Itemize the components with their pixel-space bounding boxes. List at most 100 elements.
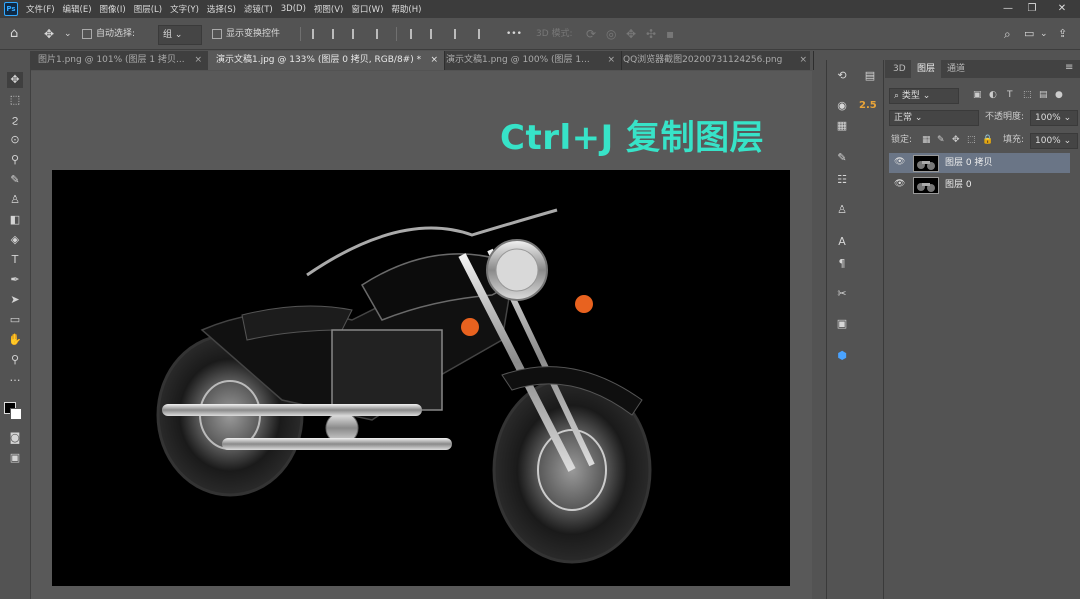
adjustments-icon[interactable]: ☷: [834, 172, 850, 188]
blend-mode-dropdown[interactable]: 正常 ⌄: [889, 110, 979, 126]
3d-cube-icon[interactable]: ⬢: [834, 348, 850, 364]
eraser-tool-icon[interactable]: ◧: [7, 212, 23, 228]
menu-help[interactable]: 帮助(H): [391, 3, 421, 15]
align-center-icon[interactable]: [332, 29, 344, 39]
layer-row[interactable]: 👁 图层 0 拷贝: [889, 153, 1070, 173]
close-button[interactable]: ✕: [1044, 0, 1080, 18]
filter-toggle-icon[interactable]: ●: [1055, 88, 1063, 102]
pen-tool-icon[interactable]: ✒: [7, 272, 23, 288]
visibility-eye-icon[interactable]: 👁: [894, 179, 905, 189]
filter-pixel-icon[interactable]: ▣: [973, 88, 982, 102]
quick-mask-icon[interactable]: ◙: [7, 430, 23, 446]
align-bottom-icon[interactable]: [454, 29, 466, 39]
document-canvas[interactable]: [52, 170, 790, 586]
lock-all-icon[interactable]: 🔒: [982, 133, 993, 147]
more-tools-icon[interactable]: …: [7, 370, 23, 386]
clone-source-icon[interactable]: ♙: [834, 202, 850, 218]
align-right-icon[interactable]: [352, 29, 364, 39]
tab-presentation-jpg[interactable]: 演示文稿1.jpg @ 133% (图层 0 拷贝, RGB/8#) * ×: [208, 51, 445, 70]
divider: [300, 27, 301, 41]
filter-smart-object-icon[interactable]: ▤: [1039, 88, 1048, 102]
menu-file[interactable]: 文件(F): [26, 3, 55, 15]
distribute-vertical-icon[interactable]: [478, 29, 490, 39]
home-icon[interactable]: ⌂: [10, 25, 18, 43]
overlay-caption: Ctrl+J 复制图层: [500, 118, 765, 158]
move-tool-icon[interactable]: ✥: [44, 25, 54, 43]
menu-layer[interactable]: 图层(L): [134, 3, 162, 15]
menu-image[interactable]: 图像(I): [100, 3, 126, 15]
layer-row[interactable]: 👁 图层 0: [889, 175, 1070, 195]
tab-channels[interactable]: 通道: [941, 60, 971, 78]
info-icon[interactable]: ▤: [862, 68, 878, 84]
lock-transparency-icon[interactable]: ▦: [922, 133, 931, 147]
workspace-icon[interactable]: ▭: [1024, 25, 1034, 43]
menu-window[interactable]: 窗口(W): [351, 3, 383, 15]
paragraph-icon[interactable]: ¶: [834, 256, 850, 272]
history-icon[interactable]: ⟲: [834, 68, 850, 84]
move-tool-icon[interactable]: ✥: [7, 72, 23, 88]
tab-presentation-png[interactable]: 演示文稿1.png @ 100% (图层 1... ×: [438, 51, 622, 70]
lasso-tool-icon[interactable]: ϩ: [7, 112, 23, 128]
swatches-icon[interactable]: ▦: [834, 118, 850, 134]
character-icon[interactable]: A: [834, 234, 850, 250]
tab-label: 演示文稿1.jpg @ 133% (图层 0 拷贝, RGB/8#) *: [216, 55, 422, 65]
show-transform-checkbox[interactable]: 显示变换控件: [212, 25, 280, 43]
align-left-icon[interactable]: [312, 29, 324, 39]
stamp-tool-icon[interactable]: ♙: [7, 192, 23, 208]
share-icon[interactable]: ⇪: [1058, 25, 1067, 43]
menu-filter[interactable]: 滤镜(T): [244, 3, 273, 15]
color-icon[interactable]: ◉: [834, 98, 850, 114]
filter-type-icon[interactable]: T: [1007, 88, 1013, 102]
close-icon[interactable]: ×: [607, 51, 615, 70]
tab-qq-screenshot[interactable]: QQ浏览器截图20200731124256.png ×: [615, 51, 814, 70]
marquee-tool-icon[interactable]: ⬚: [7, 92, 23, 108]
distribute-icon[interactable]: [376, 29, 388, 39]
zoom-tool-icon[interactable]: ⚲: [7, 352, 23, 368]
close-icon[interactable]: ×: [194, 51, 202, 70]
align-middle-icon[interactable]: [430, 29, 442, 39]
visibility-eye-icon[interactable]: 👁: [894, 157, 905, 167]
lock-pixels-icon[interactable]: ✎: [937, 133, 945, 147]
tools-icon[interactable]: ✂: [834, 286, 850, 302]
filter-adjustment-icon[interactable]: ◐: [989, 88, 997, 102]
chevron-down-icon[interactable]: ⌄: [1040, 25, 1048, 43]
menu-3d[interactable]: 3D(D): [281, 4, 306, 14]
filter-shape-icon[interactable]: ⬚: [1023, 88, 1032, 102]
quick-selection-tool-icon[interactable]: ⊙: [7, 132, 23, 148]
paint-bucket-tool-icon[interactable]: ◈: [7, 232, 23, 248]
path-selection-tool-icon[interactable]: ➤: [7, 292, 23, 308]
lock-artboard-icon[interactable]: ⬚: [967, 133, 976, 147]
rectangle-tool-icon[interactable]: ▭: [7, 312, 23, 328]
menu-view[interactable]: 视图(V): [314, 3, 343, 15]
eyedropper-tool-icon[interactable]: ⚲: [7, 152, 23, 168]
menu-select[interactable]: 选择(S): [207, 3, 236, 15]
menu-edit[interactable]: 编辑(E): [63, 3, 92, 15]
chevron-down-icon[interactable]: ⌄: [64, 25, 72, 43]
tab-image1[interactable]: 图片1.png @ 101% (图层 1 拷贝... ×: [30, 51, 209, 70]
auto-select-checkbox[interactable]: 自动选择:: [82, 25, 135, 43]
fill-label: 填充:: [1003, 135, 1025, 145]
properties-icon[interactable]: ▣: [834, 316, 850, 332]
auto-select-dropdown[interactable]: 组 ⌄: [158, 25, 202, 45]
more-options-button[interactable]: •••: [506, 25, 522, 43]
layer-thumbnail: [913, 177, 939, 194]
layer-filter-dropdown[interactable]: ⌕ 类型 ⌄: [889, 88, 959, 104]
menu-type[interactable]: 文字(Y): [170, 3, 199, 15]
type-tool-icon[interactable]: T: [7, 252, 23, 268]
lock-position-icon[interactable]: ✥: [952, 133, 960, 147]
fill-input[interactable]: 100% ⌄: [1030, 133, 1078, 149]
align-top-icon[interactable]: [410, 29, 422, 39]
opacity-input[interactable]: 100% ⌄: [1030, 110, 1078, 126]
close-icon[interactable]: ×: [799, 51, 807, 70]
hand-tool-icon[interactable]: ✋: [7, 332, 23, 348]
tab-layers[interactable]: 图层: [911, 60, 942, 78]
search-icon[interactable]: ⌕: [1004, 25, 1011, 43]
background-color-swatch[interactable]: [10, 408, 22, 420]
brush-size-value[interactable]: 2.5: [859, 100, 877, 111]
close-icon[interactable]: ×: [430, 51, 438, 70]
screen-mode-icon[interactable]: ▣: [7, 450, 23, 466]
brush-tool-icon[interactable]: ✎: [7, 172, 23, 188]
brushes-icon[interactable]: ✎: [834, 150, 850, 166]
tab-3d[interactable]: 3D: [887, 60, 912, 78]
panel-menu-icon[interactable]: ≡: [1065, 62, 1073, 73]
